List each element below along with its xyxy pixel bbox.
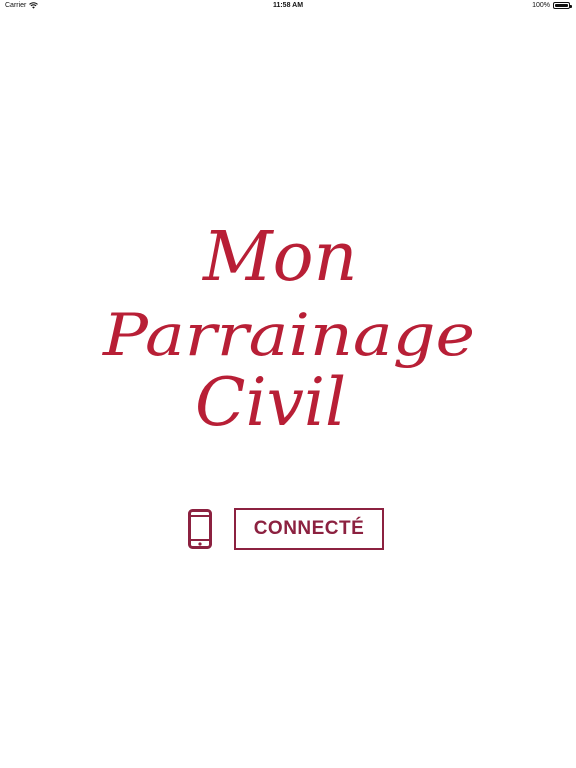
carrier-label: Carrier [5, 2, 27, 9]
logo-line-parrainage: Parrainage [102, 301, 475, 369]
battery-cap [570, 5, 572, 8]
app-logo: Mon Parrainage Civil [95, 205, 485, 445]
battery-fill [555, 4, 568, 7]
connect-button[interactable]: CONNECTÉ [234, 508, 384, 550]
status-left: Carrier [5, 2, 39, 9]
wifi-icon [29, 2, 39, 9]
phone-icon [188, 509, 212, 549]
logo-line-civil: Civil [195, 364, 346, 441]
battery-icon [553, 2, 572, 9]
status-bar: Carrier 11:58 AM 100% [0, 0, 576, 12]
battery-percent: 100% [532, 2, 550, 9]
app-screen: Carrier 11:58 AM 100% Mon Parrainage Civ… [0, 0, 576, 768]
status-right: 100% [532, 2, 572, 9]
connect-row: CONNECTÉ [188, 507, 384, 551]
status-time: 11:58 AM [272, 2, 304, 9]
logo-line-mon: Mon [201, 218, 357, 297]
